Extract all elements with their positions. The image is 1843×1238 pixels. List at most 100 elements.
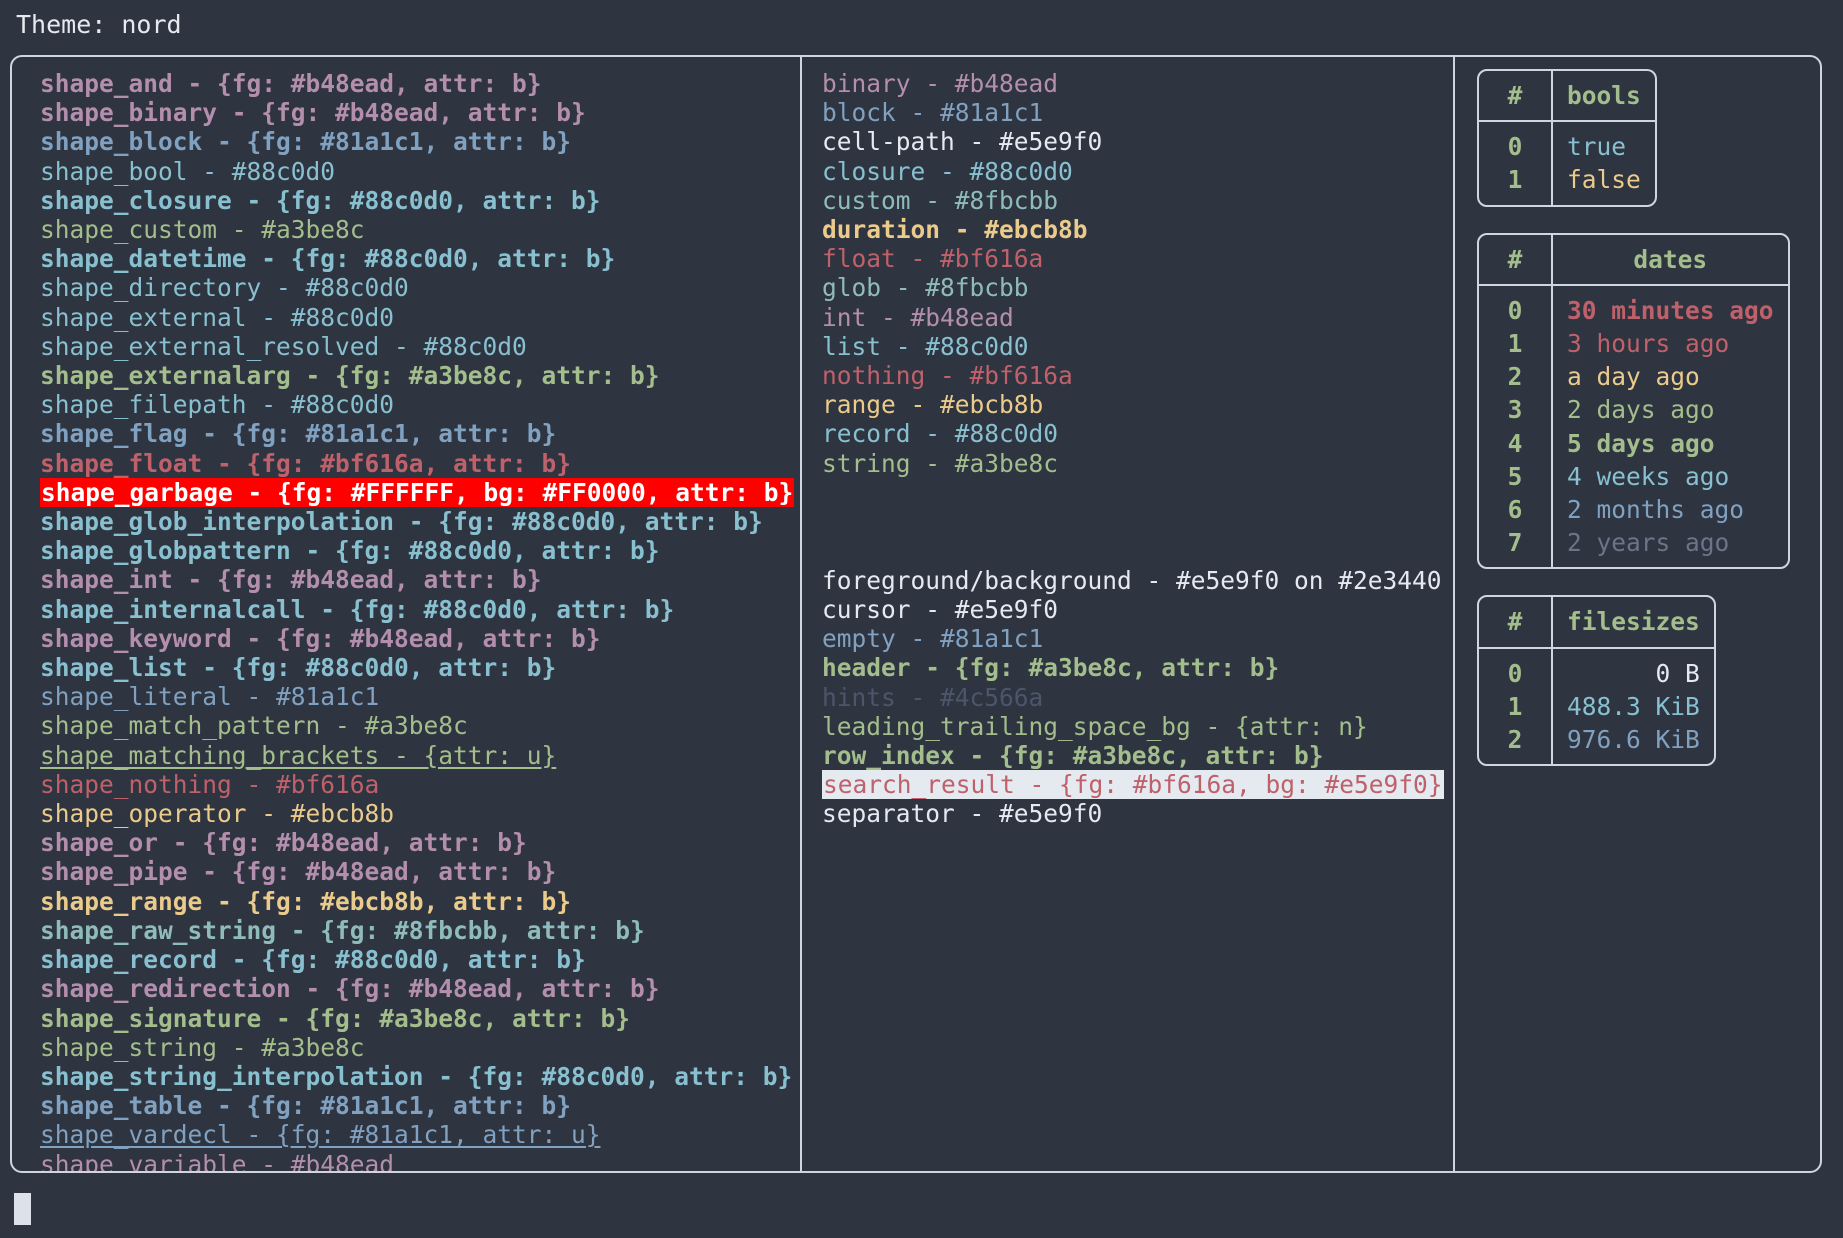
- ui-element-line: row_index - {fg: #a3be8c, attr: b}: [822, 741, 1453, 770]
- type-line: range - #ebcb8b: [822, 390, 1453, 419]
- row-index: 6: [1479, 493, 1553, 527]
- ui-element-line: hints - #4c566a: [822, 683, 1453, 712]
- shape-text: shape_int - {fg: #b48ead, attr: b}: [40, 565, 542, 595]
- table-dates: # dates 0 30 minutes ago 1 3 hours ago 2 a day …: [1477, 232, 1790, 570]
- cell-value: 976.6 KiB: [1567, 725, 1700, 755]
- shape-line: shape_signature - {fg: #a3be8c, attr: b}: [40, 1004, 800, 1033]
- shape-line: shape_nothing - #bf616a: [40, 770, 800, 799]
- ui-element-line: foreground/background - #e5e9f0 on #2e34…: [822, 566, 1453, 595]
- shape-text: shape_matching_brackets - {attr: u}: [40, 740, 557, 770]
- ui-element-text: row_index - {fg: #a3be8c, attr: b}: [822, 741, 1324, 771]
- type-line: glob - #8fbcbb: [822, 273, 1453, 302]
- row-index: 1: [1479, 163, 1553, 205]
- shape-text: shape_match_pattern - #a3be8c: [40, 711, 468, 741]
- shape-text: shape_string_interpolation - {fg: #88c0d…: [40, 1061, 793, 1091]
- type-line: list - #88c0d0: [822, 332, 1453, 361]
- shape-text: shape_or - {fg: #b48ead, attr: b}: [40, 828, 527, 858]
- shape-text: shape_list - {fg: #88c0d0, attr: b}: [40, 653, 557, 683]
- shape-line: shape_vardecl - {fg: #81a1c1, attr: u}: [40, 1120, 800, 1149]
- row-index: 5: [1479, 459, 1553, 494]
- shape-text: shape_redirection - {fg: #b48ead, attr: …: [40, 974, 660, 1004]
- cell-value: 5 days ago: [1567, 428, 1715, 458]
- type-text: cell-path - #e5e9f0: [822, 127, 1103, 157]
- shape-text: shape_external - #88c0d0: [40, 302, 395, 332]
- ui-element-line: separator - #e5e9f0: [822, 799, 1453, 828]
- shape-text: shape_float - {fg: #bf616a, attr: b}: [40, 448, 572, 478]
- column-header-dates: dates: [1553, 235, 1788, 286]
- table-row: 1 false: [1479, 163, 1655, 205]
- table-row: 2 a day ago: [1479, 360, 1788, 394]
- column-header-bools: bools: [1553, 71, 1655, 123]
- shape-text: shape_bool - #88c0d0: [40, 156, 336, 186]
- type-text: glob - #8fbcbb: [822, 273, 1029, 303]
- shape-line: shape_internalcall - {fg: #88c0d0, attr:…: [40, 595, 800, 624]
- shape-line: shape_and - {fg: #b48ead, attr: b}: [40, 69, 800, 98]
- ui-element-text: leading_trailing_space_bg - {attr: n}: [822, 711, 1368, 741]
- type-text: block - #81a1c1: [822, 98, 1044, 128]
- theme-preview-frame: shape_and - {fg: #b48ead, attr: b} shape_…: [10, 55, 1822, 1173]
- row-index: 0: [1479, 122, 1553, 164]
- table-header-row: # dates: [1479, 234, 1788, 286]
- shape-text: shape_nothing - #bf616a: [40, 769, 380, 799]
- shape-text: shape_binary - {fg: #b48ead, attr: b}: [40, 98, 586, 128]
- shape-text: shape_block - {fg: #81a1c1, attr: b}: [40, 127, 572, 157]
- table-row: 1 3 hours ago: [1479, 327, 1788, 361]
- shape-line: shape_external_resolved - #88c0d0: [40, 332, 800, 361]
- column-header-filesizes: filesizes: [1553, 597, 1714, 649]
- shape-text: shape_keyword - {fg: #b48ead, attr: b}: [40, 623, 601, 653]
- shape-line: shape_filepath - #88c0d0: [40, 390, 800, 419]
- type-line: binary - #b48ead: [822, 69, 1453, 98]
- table-row: 4 5 days ago: [1479, 426, 1788, 460]
- shape-line: shape_bool - #88c0d0: [40, 157, 800, 186]
- type-text: string - #a3be8c: [822, 448, 1059, 478]
- type-line: duration - #ebcb8b: [822, 215, 1453, 244]
- table-row: 3 2 days ago: [1479, 393, 1788, 427]
- cell-value: 488.3 KiB: [1567, 691, 1700, 721]
- type-line: block - #81a1c1: [822, 98, 1453, 127]
- ui-element-text: foreground/background - #e5e9f0 on #2e34…: [822, 565, 1442, 595]
- types-list: binary - #b48ead block - #81a1c1 cell-path…: [822, 69, 1453, 478]
- shape-text: shape_string - #a3be8c: [40, 1032, 365, 1062]
- ui-element-text: search_result - {fg: #bf616a, bg: #e5e9f…: [822, 770, 1444, 800]
- row-index: 0: [1479, 285, 1553, 328]
- ui-element-text: hints - #4c566a: [822, 682, 1044, 712]
- shape-text: shape_closure - {fg: #88c0d0, attr: b}: [40, 185, 601, 215]
- row-index: 7: [1479, 526, 1553, 568]
- shape-text: shape_glob_interpolation - {fg: #88c0d0,…: [40, 507, 763, 537]
- shape-text: shape_datetime - {fg: #88c0d0, attr: b}: [40, 244, 616, 274]
- shapes-list: shape_and - {fg: #b48ead, attr: b} shape_…: [40, 69, 800, 1171]
- table-header-row: # bools: [1479, 71, 1655, 123]
- cell-value: 3 hours ago: [1567, 329, 1730, 359]
- shape-line: shape_int - {fg: #b48ead, attr: b}: [40, 565, 800, 594]
- shapes-pane: shape_and - {fg: #b48ead, attr: b} shape_…: [12, 57, 800, 1171]
- type-text: float - #bf616a: [822, 244, 1044, 274]
- table-row: 5 4 weeks ago: [1479, 459, 1788, 494]
- type-line: cell-path - #e5e9f0: [822, 127, 1453, 156]
- type-text: nothing - #bf616a: [822, 361, 1073, 391]
- table-header-row: # filesizes: [1479, 597, 1714, 649]
- row-index: 4: [1479, 426, 1553, 460]
- type-text: custom - #8fbcbb: [822, 185, 1059, 215]
- tables-container: # bools 0 true 1 false # dates 0 30 minutes ago 1 3…: [1455, 57, 1820, 792]
- shape-text: shape_record - {fg: #88c0d0, attr: b}: [40, 945, 586, 975]
- shape-line: shape_or - {fg: #b48ead, attr: b}: [40, 828, 800, 857]
- shape-line: shape_pipe - {fg: #b48ead, attr: b}: [40, 857, 800, 886]
- shape-line: shape_keyword - {fg: #b48ead, attr: b}: [40, 624, 800, 653]
- shape-text: shape_literal - #81a1c1: [40, 682, 380, 712]
- shape-line: shape_literal - #81a1c1: [40, 682, 800, 711]
- cell-value: 30 minutes ago: [1567, 295, 1774, 325]
- cell-value: a day ago: [1567, 362, 1700, 392]
- types-and-ui-pane: binary - #b48ead block - #81a1c1 cell-path…: [802, 57, 1453, 1171]
- shape-text: shape_external_resolved - #88c0d0: [40, 331, 527, 361]
- shape-line: shape_flag - {fg: #81a1c1, attr: b}: [40, 419, 800, 448]
- column-header-index: #: [1479, 71, 1553, 123]
- shape-line: shape_string_interpolation - {fg: #88c0d…: [40, 1062, 800, 1091]
- shape-line: shape_raw_string - {fg: #8fbcbb, attr: b…: [40, 916, 800, 945]
- shape-line: shape_globpattern - {fg: #88c0d0, attr: …: [40, 536, 800, 565]
- table-row: 2 976.6 KiB: [1479, 723, 1714, 765]
- type-text: range - #ebcb8b: [822, 390, 1044, 420]
- shape-line: shape_redirection - {fg: #b48ead, attr: …: [40, 974, 800, 1003]
- shape-text: shape_internalcall - {fg: #88c0d0, attr:…: [40, 594, 675, 624]
- shape-line: shape_externalarg - {fg: #a3be8c, attr: …: [40, 361, 800, 390]
- type-line: int - #b48ead: [822, 303, 1453, 332]
